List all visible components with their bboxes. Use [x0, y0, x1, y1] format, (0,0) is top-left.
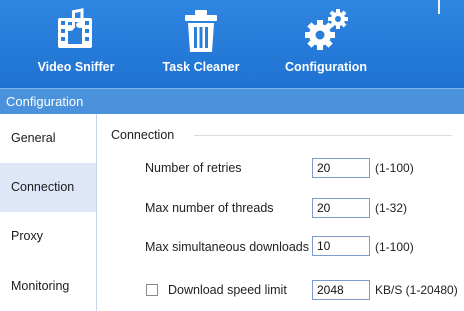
- threads-range: (1-32): [375, 201, 408, 215]
- downloads-label: Max simultaneous downloads: [145, 240, 309, 254]
- threads-input[interactable]: [312, 198, 370, 218]
- sidebar-item-general[interactable]: General: [0, 114, 96, 163]
- sidebar: General Connection Proxy Monitoring: [0, 114, 97, 311]
- connection-panel: Connection Number of retries (1-100) Max…: [97, 114, 464, 311]
- gears-icon: [305, 9, 348, 50]
- sidebar-item-connection[interactable]: Connection: [0, 163, 96, 212]
- window-edge: [438, 0, 448, 14]
- group-title: Connection: [111, 128, 175, 142]
- speed-limit-checkbox[interactable]: [146, 284, 158, 296]
- task-cleaner-button[interactable]: Task Cleaner: [151, 0, 251, 88]
- retries-input[interactable]: [312, 158, 370, 178]
- downloads-range: (1-100): [375, 240, 414, 254]
- configuration-button[interactable]: Configuration: [276, 0, 376, 88]
- retries-range: (1-100): [375, 161, 414, 175]
- music-film-icon: [58, 8, 92, 48]
- trash-icon: [185, 10, 217, 52]
- group-divider: [194, 135, 452, 136]
- toolbar: Video Sniffer Task Cleaner Configuration: [0, 0, 464, 88]
- retries-label: Number of retries: [145, 161, 242, 175]
- window-title: Configuration: [0, 88, 464, 114]
- video-sniffer-label: Video Sniffer: [37, 60, 115, 74]
- task-cleaner-label: Task Cleaner: [162, 60, 240, 74]
- threads-label: Max number of threads: [145, 201, 274, 215]
- speed-limit-input[interactable]: [312, 280, 370, 300]
- downloads-input[interactable]: [312, 236, 370, 256]
- sidebar-item-monitoring[interactable]: Monitoring: [0, 262, 96, 311]
- video-sniffer-button[interactable]: Video Sniffer: [26, 0, 126, 88]
- speed-limit-label: Download speed limit: [168, 283, 287, 297]
- sidebar-item-proxy[interactable]: Proxy: [0, 212, 96, 261]
- configuration-label: Configuration: [285, 60, 367, 74]
- speed-limit-range: KB/S (1-20480): [375, 283, 458, 297]
